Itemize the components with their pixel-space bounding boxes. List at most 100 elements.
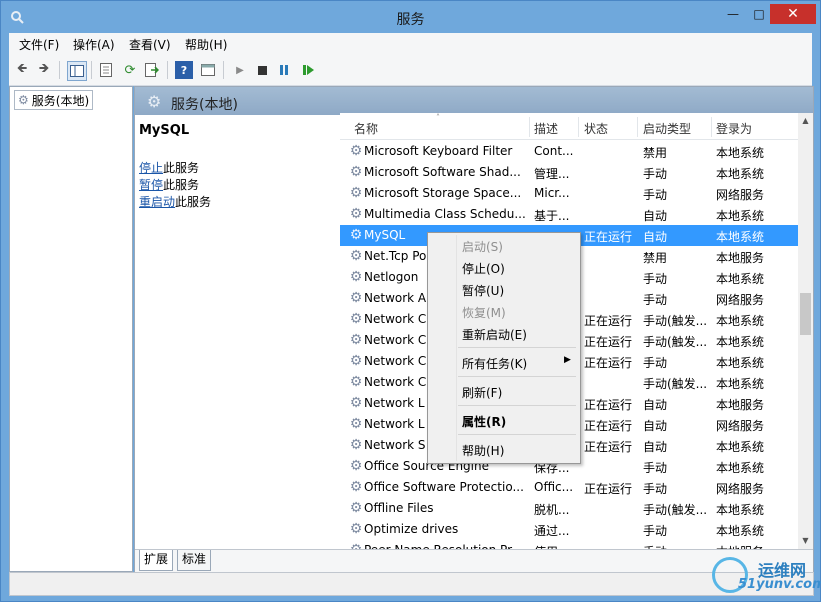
column-divider[interactable] — [711, 117, 712, 137]
vertical-scrollbar[interactable]: ▲ ▼ — [798, 113, 813, 549]
cell-status: 正在运行 — [584, 314, 633, 328]
column-divider[interactable] — [637, 117, 638, 137]
menu-file[interactable]: 文件(F) — [19, 36, 59, 53]
tree-item-services-local[interactable]: ⚙ 服务(本地) — [14, 90, 94, 110]
cell-name: Optimize drives — [364, 522, 459, 536]
toolbar-separator — [167, 61, 168, 79]
pause-icon[interactable] — [275, 61, 293, 79]
service-gear-icon: ⚙ — [349, 311, 363, 327]
menu-item-resume[interactable]: 恢复(M) — [462, 304, 506, 321]
cell-startup: 自动 — [643, 398, 668, 412]
menu-separator — [458, 405, 576, 406]
menu-action[interactable]: 操作(A) — [73, 36, 115, 53]
cell-desc: Micr... — [534, 186, 570, 200]
column-header-status[interactable]: 状态 — [584, 120, 608, 137]
resume-icon[interactable] — [299, 61, 317, 79]
restart-link[interactable]: 重启动 — [139, 195, 175, 209]
status-bar — [9, 572, 814, 596]
stop-icon[interactable] — [253, 61, 271, 79]
cell-startup: 手动(触发... — [643, 314, 707, 328]
cell-startup: 手动 — [643, 188, 668, 202]
action-suffix: 此服务 — [175, 195, 212, 209]
scroll-up-icon[interactable]: ▲ — [798, 113, 813, 129]
cell-logon: 本地系统 — [716, 356, 765, 370]
table-row[interactable]: ⚙ Offline Files 脱机... 手动(触发... 本地系统 — [340, 498, 798, 519]
close-button[interactable]: ✕ — [770, 4, 816, 24]
services-gear-icon: ⚙ — [147, 92, 162, 111]
stop-link[interactable]: 停止 — [139, 161, 163, 175]
back-arrow-icon[interactable]: 🡸 — [13, 61, 31, 79]
service-gear-icon: ⚙ — [349, 353, 363, 369]
cell-startup: 手动 — [643, 356, 668, 370]
export-icon[interactable] — [143, 61, 161, 79]
table-row[interactable]: ⚙ Microsoft Storage Space... Micr... 手动 网络服务 — [340, 183, 798, 204]
cell-logon: 本地系统 — [716, 209, 765, 223]
properties-icon[interactable] — [97, 61, 115, 79]
column-header-description[interactable]: 描述 — [534, 120, 558, 137]
menu-item-all-tasks[interactable]: 所有任务(K) — [462, 355, 527, 372]
cell-startup: 自动 — [643, 440, 668, 454]
menu-item-refresh[interactable]: 刷新(F) — [462, 384, 502, 401]
column-header-logon-as[interactable]: 登录为 — [716, 120, 752, 137]
menu-item-stop[interactable]: 停止(O) — [462, 260, 505, 277]
title-bar: 服务 — □ ✕ — [1, 1, 820, 33]
cell-startup: 手动 — [643, 293, 668, 307]
console-tree-icon[interactable] — [67, 61, 87, 81]
refresh-icon[interactable]: ⟳ — [121, 61, 139, 79]
menu-item-pause[interactable]: 暂停(U) — [462, 282, 504, 299]
cell-logon: 本地系统 — [716, 503, 765, 517]
column-header-name[interactable]: 名称 — [354, 120, 378, 137]
menu-item-properties[interactable]: 属性(R) — [462, 413, 506, 430]
console-tree: ⚙ 服务(本地) — [9, 86, 133, 572]
table-row[interactable]: ⚙ Office Software Protectio... Offic... 正在运… — [340, 477, 798, 498]
service-gear-icon: ⚙ — [349, 395, 363, 411]
pause-service-action: 暂停此服务 — [139, 176, 199, 193]
toolbar-separator — [91, 61, 92, 79]
cell-desc: Cont... — [534, 144, 574, 158]
action-suffix: 此服务 — [163, 161, 200, 175]
cell-startup: 手动(触发... — [643, 377, 707, 391]
cell-logon: 本地系统 — [716, 230, 765, 244]
menu-item-start[interactable]: 启动(S) — [462, 238, 503, 255]
cell-status: 正在运行 — [584, 398, 633, 412]
pause-link[interactable]: 暂停 — [139, 178, 163, 192]
cell-startup: 手动 — [643, 482, 668, 496]
view-icon[interactable] — [199, 61, 217, 79]
context-menu: 启动(S) 停止(O) 暂停(U) 恢复(M) 重新启动(E) 所有任务(K) … — [427, 232, 581, 464]
column-divider[interactable] — [529, 117, 530, 137]
tab-extended[interactable]: 扩展 — [139, 550, 174, 571]
pane-header: ⚙ 服务(本地) — [135, 87, 813, 115]
table-row[interactable]: ⚙ Multimedia Class Schedu... 基于... 自动 本地系统 — [340, 204, 798, 225]
scroll-down-icon[interactable]: ▼ — [798, 533, 813, 549]
cell-logon: 本地系统 — [716, 461, 765, 475]
play-icon[interactable]: ▶ — [231, 61, 249, 79]
cell-startup: 自动 — [643, 209, 668, 223]
cell-logon: 本地系统 — [716, 335, 765, 349]
menu-item-help[interactable]: 帮助(H) — [462, 442, 504, 459]
cell-startup: 手动 — [643, 461, 668, 475]
cell-startup: 禁用 — [643, 251, 668, 265]
table-row[interactable]: ⚙ Optimize drives 通过... 手动 本地系统 — [340, 519, 798, 540]
maximize-button[interactable]: □ — [746, 4, 772, 24]
cell-name: Multimedia Class Schedu... — [364, 207, 526, 221]
menu-gutter — [456, 235, 457, 461]
menu-separator — [458, 347, 576, 348]
scroll-thumb[interactable] — [800, 293, 811, 335]
cell-logon: 网络服务 — [716, 419, 765, 433]
column-header-startup-type[interactable]: 启动类型 — [643, 120, 691, 137]
column-divider[interactable] — [578, 117, 579, 137]
table-row[interactable]: ⚙ Microsoft Keyboard Filter Cont... 禁用 本地系统 — [340, 141, 798, 162]
sort-ascending-icon: ˄ — [436, 113, 440, 122]
table-row[interactable]: ⚙ Microsoft Software Shad... 管理... 手动 本地系统 — [340, 162, 798, 183]
forward-arrow-icon[interactable]: 🡺 — [35, 61, 53, 79]
table-row[interactable]: ⚙Peer Name Resolution Pr...使用...手动本地服务 — [340, 540, 798, 549]
restart-service-action: 重启动此服务 — [139, 193, 211, 210]
minimize-button[interactable]: — — [720, 4, 746, 24]
tab-standard[interactable]: 标准 — [177, 550, 212, 571]
menu-help[interactable]: 帮助(H) — [185, 36, 227, 53]
menu-item-restart[interactable]: 重新启动(E) — [462, 326, 527, 343]
help-icon[interactable]: ? — [175, 61, 193, 79]
menu-view[interactable]: 查看(V) — [129, 36, 171, 53]
cell-startup: 手动 — [643, 272, 668, 286]
cell-status: 正在运行 — [584, 230, 633, 244]
